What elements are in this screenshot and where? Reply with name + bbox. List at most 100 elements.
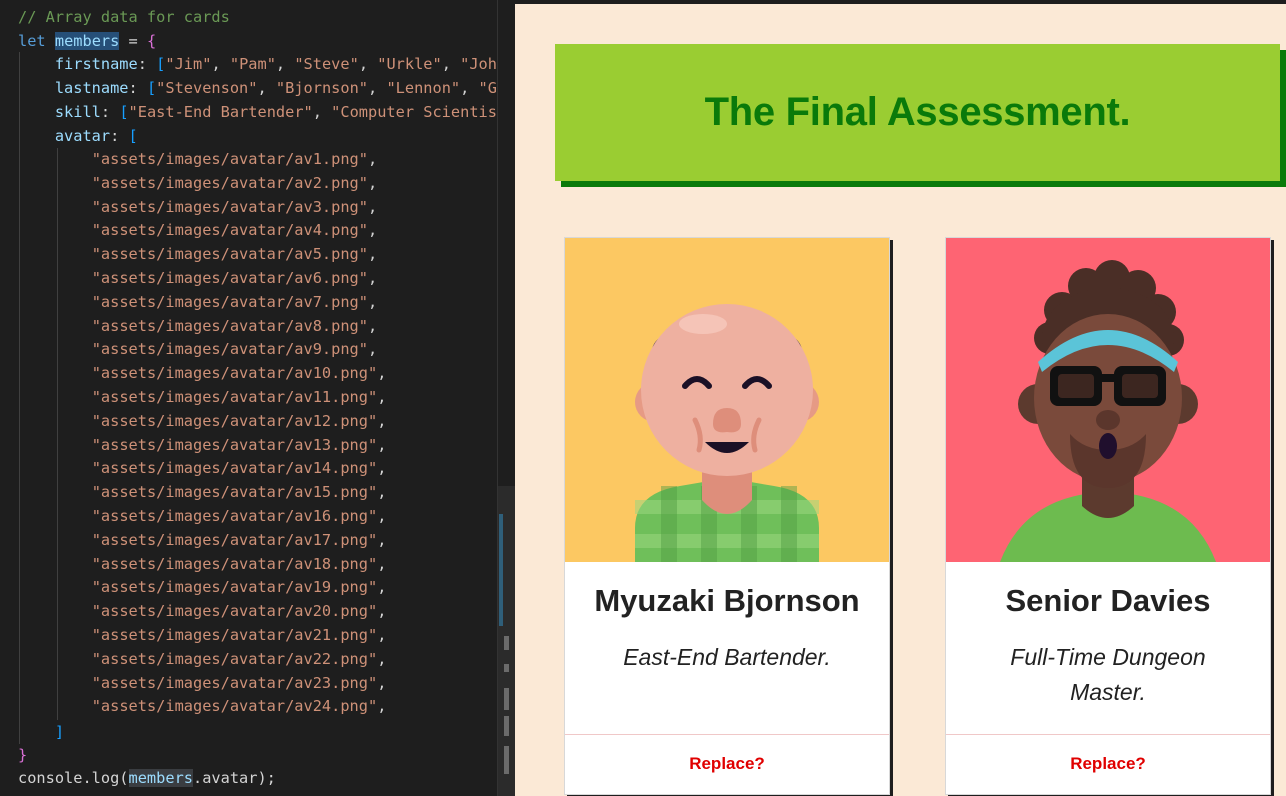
- code-line-avatar-path: "assets/images/avatar/av8.png",: [91, 316, 378, 335]
- avatar-path-string: "assets/images/avatar/av14.png": [91, 459, 378, 478]
- code-line-lastname: lastname: ["Stevenson", "Bjornson", "Len…: [54, 79, 497, 97]
- member-skill: Full-Time Dungeon Master.: [1010, 644, 1206, 705]
- code-line-avatar-path: "assets/images/avatar/av20.png",: [91, 602, 387, 621]
- code-line-avatar-path: "assets/images/avatar/av18.png",: [91, 554, 387, 573]
- code-line-avatar-path: "assets/images/avatar/av10.png",: [91, 364, 387, 383]
- avatar-path-string: "assets/images/avatar/av22.png": [91, 649, 378, 668]
- replace-button[interactable]: Replace?: [946, 735, 1270, 793]
- code-line-avatar-path: "assets/images/avatar/av3.png",: [91, 197, 378, 216]
- code-line-avatar-path: "assets/images/avatar/av6.png",: [91, 269, 378, 287]
- minimap-marker: [504, 716, 509, 736]
- minimap-marker: [504, 688, 509, 710]
- keyword-let: let: [18, 32, 46, 50]
- avatar-path-string: "assets/images/avatar/av11.png": [91, 388, 378, 406]
- browser-preview[interactable]: The Final Assessment. Myuzaki Bjornson E…: [515, 0, 1286, 796]
- code-line-bracket-close: ]: [18, 720, 64, 744]
- avatar-path-string: "assets/images/avatar/av6.png": [91, 269, 368, 287]
- code-line-firstname: firstname: ["Jim", "Pam", "Steve", "Urkl…: [54, 55, 497, 73]
- minimap-marker: [504, 636, 509, 650]
- code-line-brace-close: }: [18, 743, 27, 767]
- minimap-marker: [504, 746, 509, 774]
- code-line-avatar-path: "assets/images/avatar/av11.png",: [91, 388, 387, 406]
- string-value: "Pam": [229, 55, 276, 73]
- code-line-avatar-path: "assets/images/avatar/av17.png",: [91, 530, 387, 549]
- string-value: "Lennon": [386, 79, 461, 97]
- avatar-path-string: "assets/images/avatar/av8.png": [91, 316, 368, 335]
- code-line-avatar-path: "assets/images/avatar/av14.png",: [91, 459, 387, 478]
- string-value: "Joh: [460, 55, 497, 73]
- code-line-avatar-path: "assets/images/avatar/av7.png",: [91, 292, 378, 311]
- bald-man-avatar-icon: [565, 238, 889, 562]
- avatar-path-string: "assets/images/avatar/av19.png": [91, 578, 378, 597]
- minimap-marker: [504, 664, 509, 672]
- avatar-path-string: "assets/images/avatar/av2.png": [91, 173, 368, 192]
- code-line-avatar: avatar: [: [54, 127, 138, 145]
- avatar-path-string: "assets/images/avatar/av23.png": [91, 673, 378, 692]
- code-line-avatar-path: "assets/images/avatar/av13.png",: [91, 435, 387, 454]
- code-line-avatar-path: "assets/images/avatar/av1.png",: [91, 150, 378, 168]
- hero-banner: The Final Assessment.: [555, 44, 1280, 181]
- variable-members-selected: members: [54, 32, 120, 50]
- open-brace: {: [146, 32, 157, 50]
- avatar-path-string: "assets/images/avatar/av16.png": [91, 507, 378, 525]
- code-line-avatar-path: "assets/images/avatar/av23.png",: [91, 673, 387, 692]
- avatar-path-string: "assets/images/avatar/av20.png": [91, 602, 378, 621]
- code-line-avatar-path: "assets/images/avatar/av4.png",: [91, 221, 378, 240]
- key-lastname: lastname: [54, 79, 129, 97]
- string-value: "Urkle": [377, 55, 442, 73]
- member-card: Myuzaki Bjornson East-End Bartender. Rep…: [564, 237, 890, 795]
- avatar-path-string: "assets/images/avatar/av15.png": [91, 483, 378, 502]
- code-line-skill: skill: ["East-End Bartender", "Computer …: [54, 103, 497, 121]
- key-avatar: avatar: [54, 127, 111, 145]
- string-value: "East-End Bartender": [128, 103, 313, 121]
- avatar-path-string: "assets/images/avatar/av7.png": [91, 292, 368, 311]
- code-line-avatar-path: "assets/images/avatar/av5.png",: [91, 245, 378, 264]
- string-value: "Stevenson": [156, 79, 258, 97]
- member-name: Myuzaki Bjornson: [594, 583, 860, 618]
- avatar-image: [565, 238, 889, 562]
- replace-button[interactable]: Replace?: [565, 735, 889, 793]
- key-firstname: firstname: [54, 55, 138, 73]
- close-bracket: ]: [54, 723, 65, 741]
- assign-operator: =: [119, 32, 147, 50]
- close-brace: }: [18, 746, 28, 764]
- scrollbar-thumb[interactable]: [499, 514, 503, 626]
- avatar-path-string: "assets/images/avatar/av1.png": [91, 150, 368, 168]
- preview-top-edge: [515, 0, 1286, 4]
- code-line-avatar-path: "assets/images/avatar/av2.png",: [91, 173, 378, 192]
- headband-man-avatar-icon: [946, 238, 1270, 562]
- page-title: The Final Assessment.: [704, 90, 1131, 134]
- string-value: "Bjornson": [275, 79, 369, 97]
- avatar-path-string: "assets/images/avatar/av21.png": [91, 626, 378, 644]
- code-editor[interactable]: // Array data for cards let members = { …: [0, 0, 515, 796]
- code-line-avatar-path: "assets/images/avatar/av9.png",: [91, 340, 378, 359]
- code-line-avatar-path: "assets/images/avatar/av15.png",: [91, 483, 387, 502]
- avatar-image: [946, 238, 1270, 562]
- code-line-avatar-path: "assets/images/avatar/av12.png",: [91, 411, 387, 430]
- avatar-path-string: "assets/images/avatar/av13.png": [91, 435, 378, 454]
- code-line-comment: // Array data for cards: [18, 5, 230, 29]
- avatar-path-string: "assets/images/avatar/av17.png": [91, 530, 378, 549]
- avatar-path-string: "assets/images/avatar/av3.png": [91, 197, 368, 216]
- member-card: Senior Davies Full-Time Dungeon Master. …: [945, 237, 1271, 795]
- member-name: Senior Davies: [1005, 583, 1211, 618]
- avatar-path-string: "assets/images/avatar/av24.png": [91, 697, 378, 716]
- string-value: "Jim": [165, 55, 212, 73]
- avatar-path-string: "assets/images/avatar/av12.png": [91, 411, 378, 430]
- string-value: "G: [478, 79, 497, 97]
- key-skill: skill: [54, 103, 101, 121]
- string-value: "Steve": [294, 55, 359, 73]
- member-skill: East-End Bartender.: [623, 644, 831, 670]
- avatar-path-string: "assets/images/avatar/av4.png": [91, 221, 368, 240]
- variable-members-highlight: members: [128, 769, 193, 787]
- code-line-let-members: let members = {: [18, 29, 156, 53]
- avatar-path-string: "assets/images/avatar/av9.png": [91, 340, 368, 359]
- string-value: "Computer Scientis: [331, 103, 497, 121]
- avatar-path-string: "assets/images/avatar/av10.png": [91, 364, 378, 383]
- code-comment: // Array data for cards: [18, 8, 230, 26]
- code-line-avatar-path: "assets/images/avatar/av19.png",: [91, 578, 387, 597]
- avatar-path-string: "assets/images/avatar/av18.png": [91, 554, 378, 573]
- console-log-call: console.log(: [18, 769, 129, 787]
- code-line-avatar-path: "assets/images/avatar/av22.png",: [91, 649, 387, 668]
- code-line-avatar-path: "assets/images/avatar/av24.png",: [91, 697, 387, 716]
